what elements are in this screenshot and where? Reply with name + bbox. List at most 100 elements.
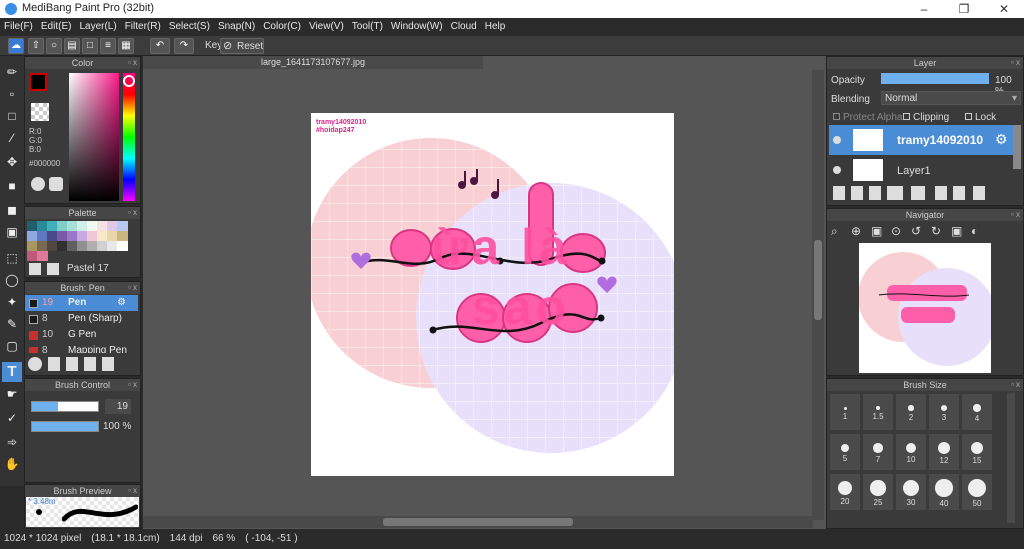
hue-handle[interactable] <box>123 75 135 87</box>
folder-brush-icon[interactable] <box>102 357 114 371</box>
select-tool-icon[interactable]: ⬚ <box>2 248 22 268</box>
select-eraser-tool-icon[interactable]: ▢ <box>2 336 22 356</box>
horizontal-scrollbar[interactable] <box>143 516 813 528</box>
brush-size-cell[interactable]: 3 <box>928 393 960 431</box>
eraser-tool-icon[interactable]: ▫ <box>2 84 22 104</box>
palette-swatch[interactable] <box>37 251 48 261</box>
cloud-brush-icon[interactable] <box>28 357 42 371</box>
merge-layer-icon[interactable] <box>953 186 965 200</box>
add-layer-menu-icon[interactable] <box>887 186 903 200</box>
fit-icon[interactable]: ▣ <box>871 224 882 238</box>
lock-checkbox[interactable] <box>965 113 972 120</box>
rotate-left-icon[interactable]: ↺ <box>911 224 921 238</box>
gear-icon[interactable]: ⚙ <box>117 295 126 311</box>
brush-size-cell[interactable]: 4 <box>961 393 993 431</box>
copy-brush-icon[interactable] <box>66 357 78 371</box>
new-color-layer-icon[interactable] <box>851 186 863 200</box>
brush-item[interactable]: 8 Mapping Pen <box>25 343 138 353</box>
brush-size-cell[interactable]: 1.5 <box>862 393 894 431</box>
grid-icon[interactable]: ▦ <box>118 38 134 54</box>
transparent-swatch[interactable] <box>31 103 49 121</box>
color-settings-icon[interactable] <box>49 177 63 191</box>
bucket-tool-icon[interactable]: ◼ <box>2 200 22 220</box>
duplicate-layer-icon[interactable] <box>935 186 947 200</box>
protect-alpha-checkbox[interactable] <box>833 113 840 120</box>
panel-close-icon[interactable]: ▫ x <box>1011 379 1020 391</box>
panel-close-icon[interactable]: ▫ x <box>128 485 137 497</box>
document-icon[interactable]: □ <box>82 38 98 54</box>
panel-close-icon[interactable]: ▫ x <box>128 57 137 69</box>
list-icon[interactable]: ≡ <box>100 38 116 54</box>
share-icon[interactable]: ⇧ <box>28 38 44 54</box>
brush-item[interactable]: 8 Pen (Sharp) <box>25 311 138 327</box>
brush-size-cell[interactable]: 10 <box>895 433 927 471</box>
menu-cloud[interactable]: Cloud <box>447 18 481 36</box>
menu-tool[interactable]: Tool(T) <box>348 18 387 36</box>
dropper-tool-icon[interactable]: ✓ <box>2 408 22 428</box>
palette-swatch[interactable] <box>117 241 128 251</box>
palette-icon[interactable] <box>31 177 45 191</box>
visibility-icon[interactable] <box>833 166 841 174</box>
fill-rect-tool-icon[interactable]: ■ <box>2 176 22 196</box>
menu-color[interactable]: Color(C) <box>259 18 305 36</box>
trash-icon[interactable] <box>973 186 985 200</box>
menu-help[interactable]: Help <box>481 18 510 36</box>
comment-icon[interactable]: ○ <box>46 38 62 54</box>
new-palette-icon[interactable] <box>29 263 41 275</box>
brush-size-cell[interactable]: 5 <box>829 433 861 471</box>
new-layer-icon[interactable] <box>833 186 845 200</box>
select-pen-tool-icon[interactable]: ✎ <box>2 314 22 334</box>
undo-icon[interactable]: ↶ <box>150 38 170 54</box>
document-tab[interactable]: large_1641173107677.jpg <box>143 56 483 69</box>
menu-file[interactable]: File(F) <box>0 18 37 36</box>
new-halftone-layer-icon[interactable] <box>869 186 881 200</box>
hand-tool-icon[interactable]: ✋ <box>2 454 22 474</box>
layer-scrollbar[interactable] <box>1013 125 1021 169</box>
brush-size-scrollbar[interactable] <box>1007 393 1015 523</box>
reset-view-icon[interactable]: ▣ <box>951 224 962 238</box>
brush-size-cell[interactable]: 40 <box>928 473 960 511</box>
gradient-tool-icon[interactable]: ▣ <box>2 222 22 242</box>
menu-view[interactable]: View(V) <box>305 18 348 36</box>
cloud-icon[interactable]: ☁ <box>8 38 24 54</box>
close-button[interactable]: ✕ <box>984 0 1024 18</box>
palette-swatch[interactable] <box>117 231 128 241</box>
flip-icon[interactable]: ◐ <box>971 224 978 238</box>
brush-size-cell[interactable]: 25 <box>862 473 894 511</box>
brush-opacity-slider[interactable] <box>31 421 99 432</box>
reset-button[interactable]: ⊘ Reset <box>220 38 264 54</box>
vertical-scroll-thumb[interactable] <box>814 240 822 320</box>
layer-row-layer1[interactable]: Layer1 <box>829 157 1013 183</box>
restore-button[interactable]: ❐ <box>944 0 984 18</box>
clipping-checkbox[interactable] <box>903 113 910 120</box>
visibility-icon[interactable] <box>833 136 841 144</box>
panel-close-icon[interactable]: ▫ x <box>1011 209 1020 221</box>
panel-close-icon[interactable]: ▫ x <box>128 282 137 294</box>
horizontal-scroll-thumb[interactable] <box>383 518 573 526</box>
zoom-in-icon[interactable]: ⊕ <box>851 224 861 238</box>
layer-opacity-slider[interactable] <box>881 73 989 84</box>
operation-tool-icon[interactable]: ☛ <box>2 384 22 404</box>
blending-select[interactable]: Normal ▾ <box>881 91 1021 105</box>
menu-select[interactable]: Select(S) <box>165 18 214 36</box>
brush-size-slider[interactable] <box>31 401 99 412</box>
menu-layer[interactable]: Layer(L) <box>75 18 120 36</box>
line-tool-icon[interactable]: ∕ <box>2 128 22 148</box>
palette-file-icon[interactable] <box>47 263 59 275</box>
menu-snap[interactable]: Snap(N) <box>214 18 259 36</box>
saturation-value-picker[interactable] <box>69 73 119 201</box>
navigator-preview[interactable] <box>859 243 991 373</box>
minimize-button[interactable]: – <box>904 0 944 18</box>
rotate-right-icon[interactable]: ↻ <box>931 224 941 238</box>
foreground-color-swatch[interactable] <box>29 73 47 91</box>
brush-tool-icon[interactable]: ✏ <box>2 62 22 82</box>
brush-size-value[interactable]: 19 <box>105 399 131 414</box>
brush-size-cell[interactable]: 12 <box>928 433 960 471</box>
menu-window[interactable]: Window(W) <box>387 18 447 36</box>
brush-size-cell[interactable]: 15 <box>961 433 993 471</box>
message-icon[interactable]: ▤ <box>64 38 80 54</box>
brush-size-cell[interactable]: 20 <box>829 473 861 511</box>
vertical-scrollbar[interactable] <box>812 70 824 520</box>
rectangle-tool-icon[interactable]: □ <box>2 106 22 126</box>
edit-brush-icon[interactable] <box>84 357 96 371</box>
